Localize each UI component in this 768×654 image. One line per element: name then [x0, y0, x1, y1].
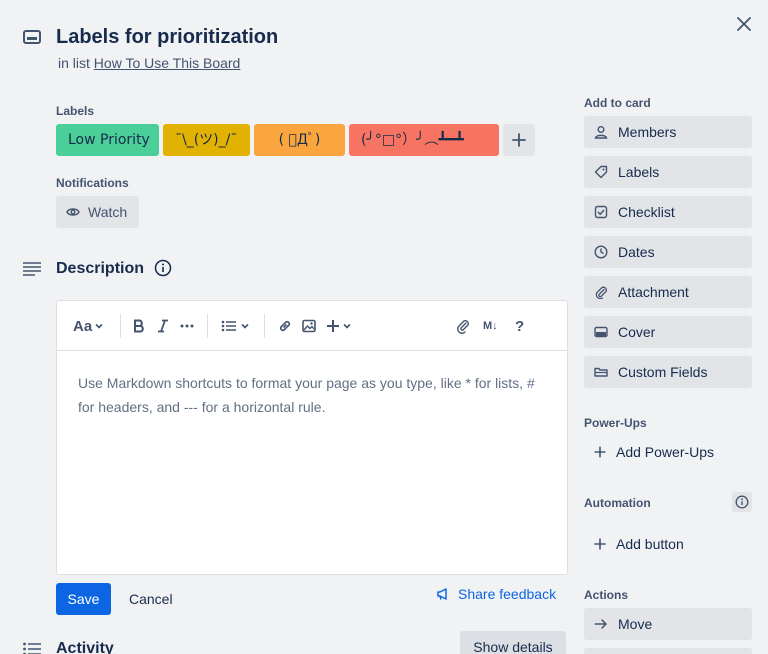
- italic-button[interactable]: [156, 315, 170, 337]
- add-power-ups-button[interactable]: Add Power-Ups: [584, 436, 752, 468]
- bold-button[interactable]: [132, 315, 146, 337]
- labels-row: Low Priority ¯\_(ツ)_/¯ ( ﾟДﾟ) (╯°□°）╯︵┻━…: [56, 124, 535, 156]
- members-label: Members: [618, 124, 677, 140]
- plus-icon: [512, 133, 526, 147]
- close-button[interactable]: [732, 12, 756, 36]
- chevron-down-icon: [95, 323, 103, 329]
- card-title[interactable]: Labels for prioritization: [56, 24, 278, 50]
- paperclip-icon: [457, 320, 469, 334]
- activity-icon: [22, 640, 42, 654]
- cover-label: Cover: [618, 324, 656, 340]
- tag-icon: [594, 165, 608, 179]
- cover-button[interactable]: Cover: [584, 316, 752, 348]
- description-icon: [22, 259, 42, 279]
- save-button[interactable]: Save: [56, 583, 111, 615]
- megaphone-icon: [437, 588, 447, 600]
- info-icon: [735, 495, 749, 509]
- description-heading: Description: [56, 260, 145, 277]
- cancel-button[interactable]: Cancel: [121, 583, 181, 615]
- label-chip[interactable]: ( ﾟДﾟ): [254, 124, 345, 156]
- watch-button[interactable]: Watch: [56, 196, 140, 228]
- image-button[interactable]: [302, 315, 316, 337]
- move-button[interactable]: Move: [584, 608, 752, 640]
- label-chip[interactable]: Low Priority: [56, 124, 159, 156]
- link-button[interactable]: [278, 315, 292, 337]
- watch-label: Watch: [88, 204, 128, 220]
- chevron-down-icon: [241, 323, 249, 329]
- add-to-card-heading: Add to card: [584, 96, 651, 110]
- checklist-label: Checklist: [618, 204, 675, 220]
- toolbar-divider: [207, 314, 208, 338]
- clock-icon: [594, 245, 608, 259]
- in-list-prefix: in list: [58, 55, 90, 71]
- add-label-button[interactable]: [503, 124, 535, 156]
- italic-icon: [158, 319, 168, 333]
- bullet-list-icon: [221, 320, 236, 332]
- markdown-icon: M↓: [483, 320, 498, 332]
- image-icon: [302, 319, 316, 333]
- labels-button[interactable]: Labels: [584, 156, 752, 188]
- share-feedback-link[interactable]: Share feedback: [436, 584, 556, 604]
- members-button[interactable]: Members: [584, 116, 752, 148]
- notifications-heading: Notifications: [56, 176, 129, 190]
- markdown-button[interactable]: M↓: [483, 315, 498, 337]
- add-button-label: Add button: [616, 536, 684, 552]
- add-button-button[interactable]: Add button: [584, 528, 752, 560]
- checklist-button[interactable]: Checklist: [584, 196, 752, 228]
- automation-info-button[interactable]: [732, 492, 752, 512]
- activity-heading: Activity: [56, 640, 114, 654]
- more-icon: [180, 324, 194, 328]
- text-style-button[interactable]: Aa: [73, 315, 104, 337]
- plus-icon: [594, 446, 606, 458]
- toolbar-divider: [264, 314, 265, 338]
- toolbar-divider: [120, 314, 121, 338]
- help-icon: ?: [515, 317, 525, 335]
- share-feedback-label: Share feedback: [458, 586, 557, 602]
- chevron-down-icon: [343, 323, 351, 329]
- insert-button[interactable]: [326, 315, 352, 337]
- power-ups-heading: Power-Ups: [584, 416, 647, 430]
- arrow-right-icon: [594, 617, 608, 631]
- show-details-button[interactable]: Show details: [460, 631, 566, 654]
- automation-heading: Automation: [584, 496, 651, 510]
- add-power-ups-label: Add Power-Ups: [616, 444, 715, 460]
- link-icon: [279, 320, 291, 332]
- info-icon[interactable]: [154, 259, 172, 277]
- dates-button[interactable]: Dates: [584, 236, 752, 268]
- list-reference: in list How To Use This Board: [58, 54, 240, 72]
- label-chip[interactable]: (╯°□°）╯︵┻━┻: [349, 124, 499, 156]
- editor-toolbar: Aa M↓ ?: [57, 301, 567, 351]
- eye-icon: [66, 208, 80, 216]
- editor-placeholder: Use Markdown shortcuts to format your pa…: [78, 375, 535, 415]
- custom-fields-button[interactable]: Custom Fields: [584, 356, 752, 388]
- move-label: Move: [618, 616, 653, 632]
- list-button[interactable]: [221, 315, 250, 337]
- labels-label: Labels: [618, 164, 660, 180]
- help-button[interactable]: ?: [515, 315, 524, 337]
- close-icon: [737, 17, 751, 31]
- attachment-button[interactable]: [456, 315, 470, 337]
- attachment-label: Attachment: [618, 284, 689, 300]
- label-chip[interactable]: ¯\_(ツ)_/¯: [163, 124, 250, 156]
- next-action-button[interactable]: [584, 648, 752, 654]
- card-cover-icon: [594, 325, 608, 339]
- custom-fields-icon: [594, 365, 608, 379]
- labels-heading: Labels: [56, 104, 95, 118]
- text-style-label: Aa: [73, 317, 93, 335]
- person-icon: [594, 125, 608, 139]
- description-editor[interactable]: Aa M↓ ? Use Markdown shortcuts to format…: [56, 300, 568, 575]
- attachment-sidebar-button[interactable]: Attachment: [584, 276, 752, 308]
- card-icon: [22, 27, 42, 47]
- bold-icon: [134, 319, 144, 333]
- dates-label: Dates: [618, 244, 655, 260]
- plus-icon: [594, 538, 606, 550]
- more-formatting-button[interactable]: [179, 315, 195, 337]
- paperclip-icon: [594, 285, 608, 299]
- checkbox-icon: [594, 205, 608, 219]
- custom-fields-label: Custom Fields: [618, 364, 708, 380]
- actions-heading: Actions: [584, 588, 629, 602]
- plus-icon: [327, 320, 339, 332]
- list-link[interactable]: How To Use This Board: [94, 55, 241, 71]
